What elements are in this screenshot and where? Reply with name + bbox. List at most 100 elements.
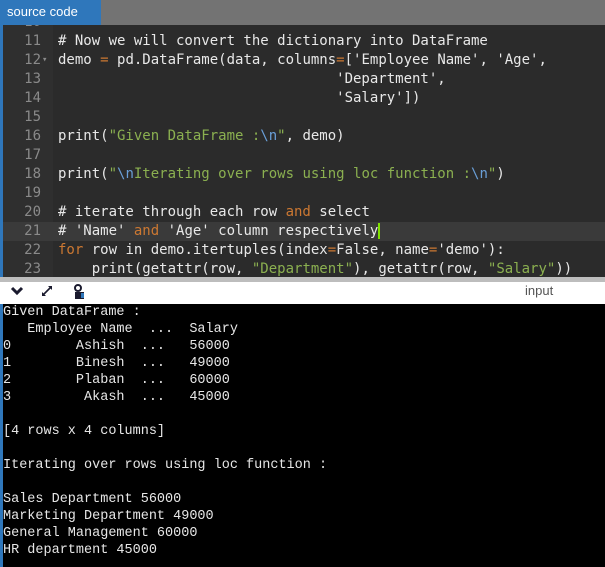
console-line: Iterating over rows using loc function : [3,458,328,473]
console-line: General Management 60000 [3,526,198,541]
code-token: print( [58,128,109,144]
console-line: Sales Department 56000 [3,492,182,507]
line-number: 20 [24,204,41,220]
code-text: # iterate through each row and select [58,203,370,222]
line-number: 17 [24,147,41,163]
code-text: 'Salary']) [58,89,420,108]
code-token: " [108,166,118,182]
code-token: ) [496,166,505,182]
code-token: 'demo'): [437,242,505,258]
code-line[interactable]: 20 # iterate through each row and select [3,203,605,222]
line-number: 23 [24,261,41,277]
code-token: pd.DataFrame(data, columns [108,52,337,68]
line-number: 10 [3,25,41,32]
console-output: Given DataFrame : Employee Name ... Sala… [0,304,605,567]
line-number: 15 [24,109,41,125]
console-line: HR department 45000 [3,543,157,558]
console-line: Marketing Department 49000 [3,509,214,524]
code-token: \n [260,128,278,144]
code-token: Iterating over rows using loc function : [133,166,472,182]
user-save-icon[interactable] [72,284,86,303]
code-line[interactable]: 19 [3,184,605,203]
console-line: 2 Plaban ... 60000 [3,373,230,388]
code-editor[interactable]: 1011 # Now we will convert the dictionary… [0,25,605,277]
code-text: for row in demo.itertuples(index=False, … [58,241,505,260]
code-token: 'Salary']) [58,90,421,106]
code-token: # Now we will convert the dictionary int… [58,33,488,49]
line-number: 13 [24,71,41,87]
code-token: print(getattr(row, [58,261,252,277]
fold-arrow-icon[interactable]: ▾ [42,51,47,70]
line-number: 11 [24,33,41,49]
code-token: = [100,52,109,68]
code-token: )) [555,261,573,277]
line-number: 21 [24,223,41,239]
code-token: and [285,204,311,220]
tab-source-code[interactable]: source code [0,0,101,25]
code-token: and [133,223,160,239]
code-token: "Given DataFrame : [108,128,261,144]
console-line: Employee Name ... Salary [3,322,238,337]
code-line[interactable]: 11 # Now we will convert the dictionary i… [3,32,605,51]
console-line: [4 rows x 4 columns] [3,424,166,439]
line-number: 12 [24,52,41,68]
code-text: # 'Name' and 'Age' column respectively [58,222,381,241]
line-number: 16 [24,128,41,144]
code-line[interactable]: 13 'Department', [3,70,605,89]
code-token: ['Employee Name', 'Age', [344,52,547,68]
code-token: print( [58,166,109,182]
code-token: False, name [336,242,429,258]
expand-icon[interactable] [40,284,54,301]
line-number: 14 [24,90,41,106]
code-text: # Now we will convert the dictionary int… [58,32,488,51]
code-lines: 1011 # Now we will convert the dictionary… [3,25,605,277]
code-text: demo = pd.DataFrame(data, columns=['Empl… [58,51,547,70]
text-cursor [378,223,381,239]
code-token: row in demo.itertuples(index [83,242,328,258]
code-token: select [310,204,370,220]
console-line: 0 Ashish ... 56000 [3,339,230,354]
code-line[interactable]: 15 [3,108,605,127]
code-token: = [327,242,337,258]
code-token: " [277,128,286,144]
code-line[interactable]: 16 print("Given DataFrame :\n", demo) [3,127,605,146]
input-label[interactable]: input [525,282,553,300]
code-token: demo [58,52,101,68]
code-token: for [58,242,84,258]
code-token: 'Age' column respectively [159,223,379,239]
console-line: Given DataFrame : [3,305,141,320]
code-line[interactable]: 12 ▾ demo = pd.DataFrame(data, columns=['E… [3,51,605,70]
code-token: \n [471,166,488,182]
output-toolbar: input [0,282,605,304]
code-text: print("Given DataFrame :\n", demo) [58,127,345,146]
code-token: , demo) [285,128,345,144]
line-number: 19 [24,185,41,201]
console-line: 3 Akash ... 45000 [3,390,230,405]
code-token: 'Department', [58,71,446,87]
tab-bar: source code [0,0,605,25]
code-line[interactable]: 21 # 'Name' and 'Age' column respectively [3,222,605,241]
code-line[interactable]: 22 for row in demo.itertuples(index=False… [3,241,605,260]
code-token: # 'Name' [58,223,134,239]
code-text: print(getattr(row, "Department"), getatt… [58,260,572,277]
code-token: # iterate through each row [58,204,286,220]
code-line[interactable]: 18 print("\nIterating over rows using loc… [3,165,605,184]
code-line[interactable]: 14 'Salary']) [3,89,605,108]
code-text: print("\nIterating over rows using loc f… [58,165,505,184]
line-number: 18 [24,166,41,182]
chevron-down-icon[interactable] [10,284,24,301]
code-line[interactable]: 10 [3,25,605,32]
code-text: 'Department', [58,70,446,89]
code-token: "Salary" [487,261,556,277]
code-token: = [336,52,345,68]
code-line[interactable]: 23 print(getattr(row, "Department"), get… [3,260,605,277]
code-token: ), getattr(row, [353,261,488,277]
line-number: 22 [24,242,41,258]
code-token: "Department" [251,261,354,277]
code-line[interactable]: 17 [3,146,605,165]
code-token: \n [117,166,134,182]
console-line: 1 Binesh ... 49000 [3,356,230,371]
